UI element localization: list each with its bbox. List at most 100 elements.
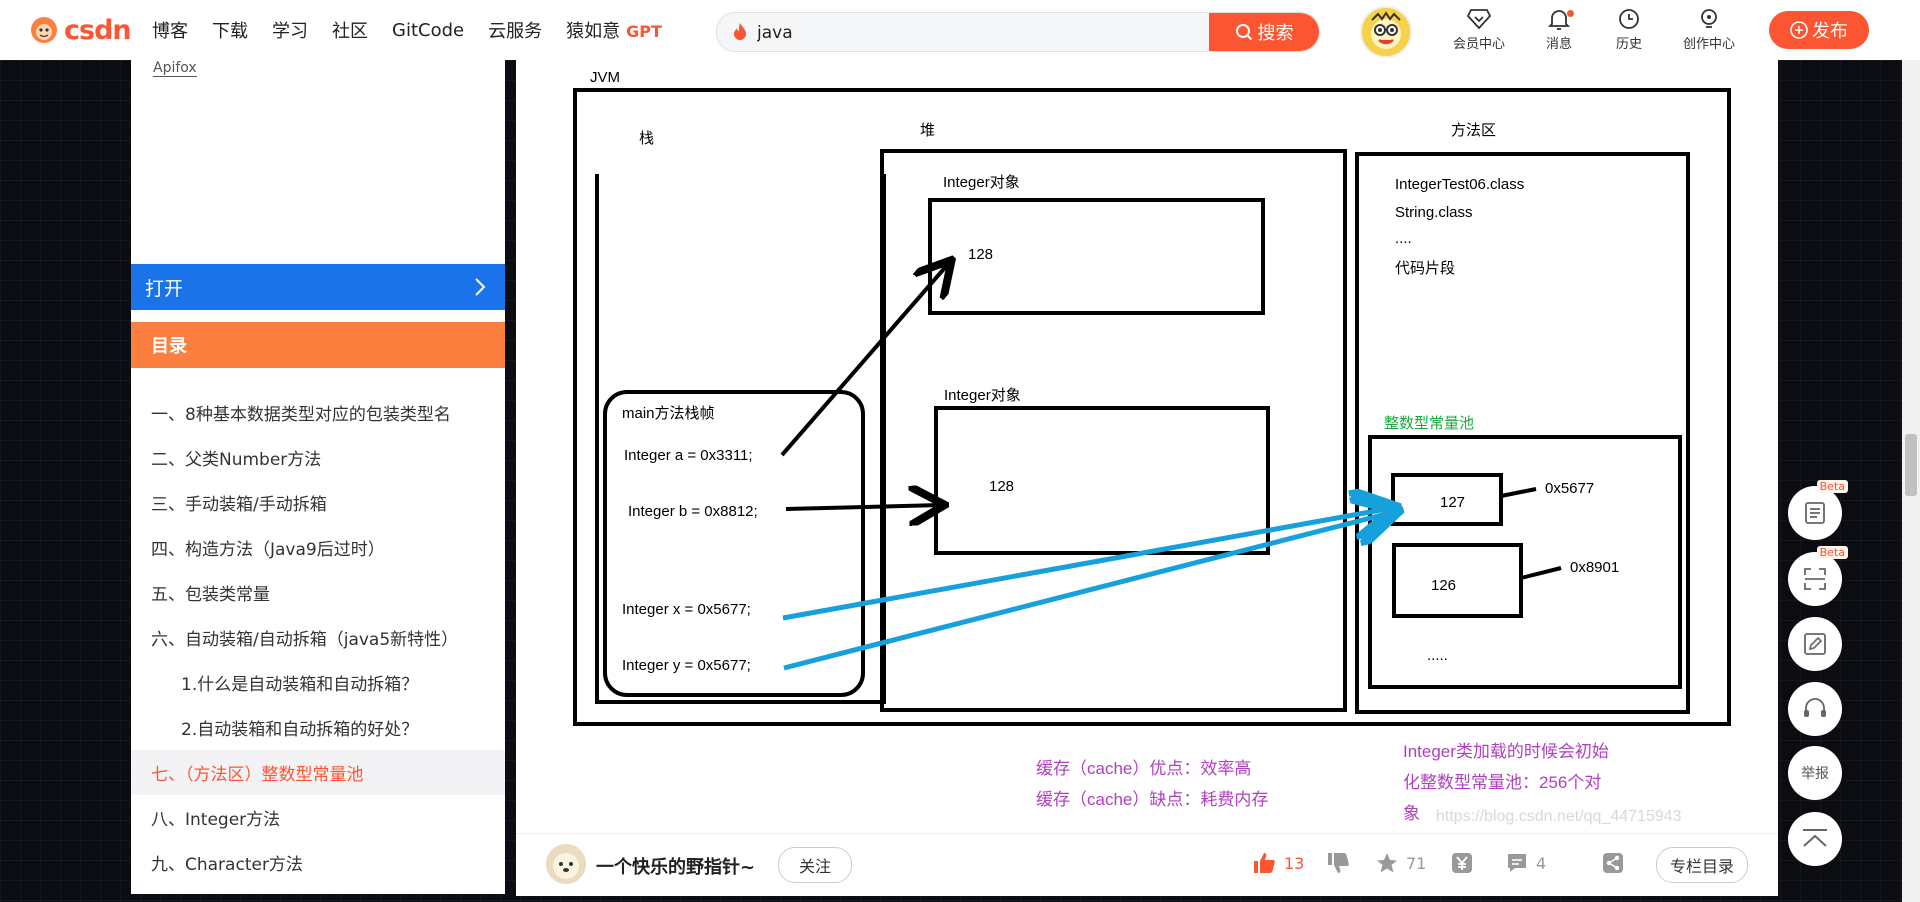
float-doc-button[interactable]: Beta — [1788, 480, 1848, 540]
scrollbar-thumb[interactable] — [1905, 434, 1917, 496]
yen-icon — [1452, 853, 1472, 873]
pool-entry-address: 0x8901 — [1570, 559, 1619, 576]
pool-init-note: Integer类加载的时候会初始 — [1403, 742, 1609, 761]
open-button[interactable]: 打开 — [131, 264, 505, 310]
search-box: 搜索 — [716, 12, 1320, 52]
beta-badge: Beta — [1816, 546, 1848, 559]
stack-label: 栈 — [639, 130, 654, 147]
pool-entry-address: 0x5677 — [1545, 480, 1594, 497]
share-button[interactable] — [1602, 852, 1624, 874]
jvm-diagram: JVM 栈 堆 Integer对象 128 Integer对象 128 方法区 … — [573, 69, 1731, 825]
nav-yuanruyi[interactable]: 猿如意 GPT — [566, 17, 662, 43]
follow-button[interactable]: 关注 — [778, 847, 852, 883]
toc-item[interactable]: 九、Character方法 — [131, 840, 505, 885]
float-scan-button[interactable]: Beta — [1788, 546, 1848, 606]
float-edit-button[interactable] — [1788, 617, 1842, 671]
page-scrollbar[interactable] — [1902, 60, 1920, 902]
comment-count: 4 — [1536, 853, 1547, 873]
search-button[interactable]: 搜索 — [1209, 13, 1319, 51]
toc-item[interactable]: 四、构造方法（Java9后过时） — [131, 525, 505, 570]
like-count: 13 — [1284, 853, 1305, 873]
method-area-line: String.class — [1395, 204, 1473, 221]
article-content: JVM 栈 堆 Integer对象 128 Integer对象 128 方法区 … — [516, 60, 1778, 833]
open-label: 打开 — [145, 277, 184, 300]
heap-object-title: Integer对象 — [943, 174, 1020, 191]
pool-entry-pointer — [1520, 566, 1562, 580]
nav-download[interactable]: 下载 — [212, 17, 248, 43]
toc-header: 目录 — [131, 322, 505, 368]
scan-icon — [1804, 568, 1826, 590]
star-icon — [1377, 853, 1397, 873]
nav-blog[interactable]: 博客 — [152, 17, 188, 43]
toc-item[interactable]: 八、Integer方法 — [131, 795, 505, 840]
nav-learn[interactable]: 学习 — [272, 17, 308, 43]
chevron-right-icon — [475, 278, 486, 296]
history[interactable]: 历史 — [1594, 8, 1664, 52]
comment-button[interactable]: 4 — [1506, 852, 1546, 874]
diamond-icon — [1467, 9, 1491, 30]
arrow-a-to-heap — [780, 263, 949, 457]
stack-var: Integer x = 0x5677; — [622, 601, 751, 618]
nav-gitcode[interactable]: GitCode — [392, 20, 464, 41]
nav-cloud[interactable]: 云服务 — [488, 17, 542, 43]
publish-button[interactable]: 发布 — [1769, 11, 1869, 49]
user-avatar[interactable] — [1360, 6, 1412, 58]
report-button[interactable]: 举报 — [1788, 746, 1842, 800]
toc-item[interactable]: 三、手动装箱/手动拆箱 — [131, 480, 505, 525]
logo-text: csdn — [64, 14, 132, 46]
toc-item[interactable]: 二、父类Number方法 — [131, 435, 505, 480]
messages[interactable]: 消息 — [1524, 8, 1594, 52]
like-button[interactable]: 13 — [1252, 852, 1304, 874]
thumbs-down-icon — [1328, 853, 1349, 873]
pool-more: ..... — [1427, 647, 1448, 664]
float-support-button[interactable] — [1788, 682, 1842, 736]
top-navbar: csdn 博客 下载 学习 社区 GitCode 云服务 猿如意 GPT 搜索 — [0, 0, 1920, 60]
messages-label: 消息 — [1545, 37, 1572, 52]
pool-init-note: 化整数型常量池：256个对 — [1403, 773, 1601, 792]
toc-item[interactable]: 六、自动装箱/自动拆箱（java5新特性） — [131, 615, 505, 660]
search-icon — [1235, 24, 1252, 41]
thumbs-up-icon — [1254, 853, 1275, 873]
image-watermark: https://blog.csdn.net/qq_44715943 — [1436, 808, 1682, 825]
method-area-line: IntegerTest06.class — [1395, 176, 1524, 193]
stack-var: Integer b = 0x8812; — [628, 503, 758, 520]
clock-icon — [1619, 9, 1639, 29]
author-avatar[interactable] — [546, 844, 586, 884]
csdn-logo[interactable]: csdn — [28, 14, 132, 46]
back-to-top-button[interactable] — [1788, 812, 1842, 866]
headset-icon — [1804, 698, 1826, 717]
arrow-y-to-pool — [783, 512, 1394, 671]
publish-label: 发布 — [1812, 21, 1848, 42]
column-catalog-button[interactable]: 专栏目录 — [1656, 847, 1748, 883]
vip-center[interactable]: 会员中心 — [1444, 8, 1514, 52]
reward-button[interactable] — [1451, 852, 1473, 874]
comment-icon — [1508, 854, 1526, 872]
csdn-monkey-icon — [31, 17, 57, 43]
toc-item[interactable]: 一、8种基本数据类型对应的包装类型名 — [131, 390, 505, 435]
author-name[interactable]: 一个快乐的野指针~ — [596, 853, 755, 879]
article-toolbar: 一个快乐的野指针~ 关注 13 71 4 专栏目录 — [516, 833, 1778, 896]
favorite-button[interactable]: 71 — [1376, 852, 1426, 874]
toc-item[interactable]: 五、包装类常量 — [131, 570, 505, 615]
pool-title: 整数型常量池 — [1384, 415, 1474, 432]
heap-object-box — [934, 406, 1270, 555]
history-label: 历史 — [1615, 37, 1642, 52]
heap-object-title: Integer对象 — [944, 387, 1021, 404]
pool-entry-value: 126 — [1431, 577, 1456, 594]
stack-box — [595, 174, 886, 704]
toc-subitem[interactable]: 2.自动装箱和自动拆箱的好处？ — [131, 705, 505, 750]
toc-subitem[interactable]: 1.什么是自动装箱和自动拆箱？ — [131, 660, 505, 705]
search-input[interactable] — [755, 13, 1159, 51]
search-button-label: 搜索 — [1257, 23, 1294, 44]
left-sidebar: Apifox 打开 目录 一、8种基本数据类型对应的包装类型名 二、父类Numb… — [131, 60, 505, 894]
main-nav: 博客 下载 学习 社区 GitCode 云服务 猿如意 GPT — [152, 0, 686, 60]
heap-label: 堆 — [920, 122, 935, 139]
beta-badge: Beta — [1816, 480, 1848, 493]
creator-center[interactable]: 创作中心 — [1674, 8, 1744, 52]
apifox-link[interactable]: Apifox — [153, 60, 197, 77]
jvm-label: JVM — [590, 69, 620, 86]
dislike-button[interactable] — [1326, 852, 1350, 874]
toc-item-active[interactable]: 七、（方法区）整数型常量池 — [131, 750, 505, 795]
nav-community[interactable]: 社区 — [332, 17, 368, 43]
pool-entry-value: 127 — [1440, 494, 1465, 511]
